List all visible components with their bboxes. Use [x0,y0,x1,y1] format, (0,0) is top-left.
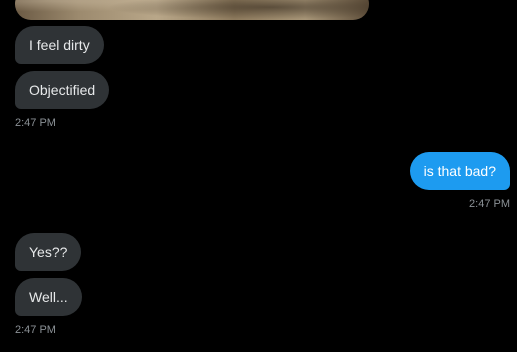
received-message-bubble[interactable]: I feel dirty [15,26,104,64]
received-message-bubble[interactable]: Objectified [15,71,110,109]
message-timestamp: 2:47 PM [469,198,510,210]
message-timestamp: 2:47 PM [15,117,56,129]
image-attachment[interactable] [15,0,369,20]
received-message-bubble[interactable]: Yes?? [15,233,82,271]
received-message-bubble[interactable]: Well... [15,278,82,316]
conversation-thread: I feel dirty Objectified 2:47 PM is that… [0,0,517,352]
message-timestamp: 2:47 PM [15,324,56,336]
sent-message-bubble[interactable]: is that bad? [409,152,510,190]
